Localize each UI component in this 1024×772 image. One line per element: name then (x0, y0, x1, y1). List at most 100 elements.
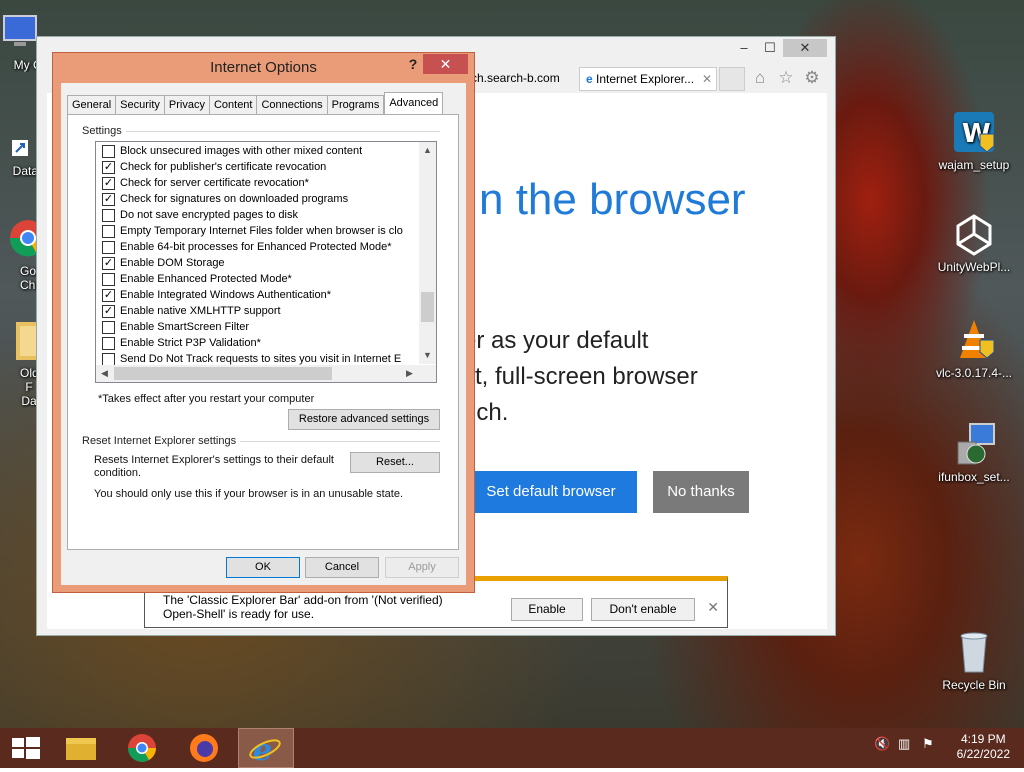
checkbox[interactable]: ✓ (102, 289, 115, 302)
minimize-button[interactable]: – (731, 39, 757, 57)
desktop-icon-label: Recycle Bin (942, 678, 1006, 692)
ok-button[interactable]: OK (226, 557, 300, 578)
help-button[interactable]: ? (403, 56, 423, 72)
vlc-icon (952, 318, 996, 362)
checkbox[interactable]: ✓ (102, 193, 115, 206)
vertical-scrollbar[interactable]: ▲ ▼ (419, 142, 436, 364)
tab-general[interactable]: General (67, 95, 116, 115)
volume-muted-icon[interactable]: 🔇 (874, 736, 890, 752)
settings-listbox[interactable]: Block unsecured images with other mixed … (95, 141, 437, 383)
setting-option-label: Enable DOM Storage (120, 257, 225, 269)
network-icon[interactable]: ▥ (898, 736, 910, 752)
checkbox[interactable] (102, 209, 115, 222)
favorites-star-icon[interactable]: ☆ (775, 67, 797, 89)
setting-option[interactable]: Enable SmartScreen Filter (102, 319, 249, 335)
checkbox[interactable]: ✓ (102, 305, 115, 318)
notification-close-icon[interactable]: ✕ (707, 599, 719, 616)
setting-option[interactable]: Enable 64-bit processes for Enhanced Pro… (102, 239, 392, 255)
action-center-flag-icon[interactable]: ⚑ (922, 736, 934, 752)
set-default-browser-button[interactable]: Set default browser (465, 471, 637, 513)
tools-gear-icon[interactable]: ⚙ (801, 67, 823, 89)
taskbar-chrome[interactable] (114, 728, 170, 768)
desktop-icon-unity-web-player[interactable]: UnityWebPl... (932, 212, 1016, 274)
tab-programs[interactable]: Programs (326, 95, 385, 115)
checkbox[interactable] (102, 145, 115, 158)
checkbox[interactable] (102, 321, 115, 334)
scroll-left-icon[interactable]: ◀ (96, 365, 113, 382)
no-thanks-button[interactable]: No thanks (653, 471, 749, 513)
tab-security[interactable]: Security (115, 95, 164, 115)
tab-search[interactable]: rch.search-b.com (461, 67, 577, 91)
folder-icon (66, 738, 96, 760)
taskbar-firefox[interactable] (176, 728, 232, 768)
checkbox[interactable] (102, 225, 115, 238)
setting-option-label: Do not save encrypted pages to disk (120, 209, 298, 221)
dialog-tabs: General Security Privacy Content Connect… (67, 92, 444, 116)
checkbox[interactable]: ✓ (102, 177, 115, 190)
recycle-bin-icon (952, 630, 996, 674)
reset-description: Resets Internet Explorer's settings to t… (94, 454, 334, 479)
checkbox[interactable] (102, 273, 115, 286)
cancel-button[interactable]: Cancel (305, 557, 379, 578)
taskbar-clock[interactable]: 4:19 PM 6/22/2022 (957, 732, 1010, 762)
setting-option[interactable]: ✓ Enable native XMLHTTP support (102, 303, 281, 319)
setting-option[interactable]: Enable Enhanced Protected Mode* (102, 271, 292, 287)
setting-option-label: Enable Strict P3P Validation* (120, 337, 261, 349)
scroll-right-icon[interactable]: ▶ (401, 365, 418, 382)
page-heading: n the browser (479, 175, 746, 224)
scroll-thumb[interactable] (421, 292, 434, 322)
desktop-icon-ifunbox[interactable]: ifunbox_set... (932, 422, 1016, 484)
chrome-icon (128, 734, 156, 762)
desktop-icon-label: Goo Chr (20, 264, 43, 292)
tab-connections[interactable]: Connections (256, 95, 327, 115)
desktop-icon-label: vlc-3.0.17.4-... (935, 366, 1013, 380)
horizontal-scrollbar[interactable]: ◀ ▶ (96, 365, 436, 382)
setting-option-label: Enable Enhanced Protected Mode* (120, 273, 292, 285)
setting-option[interactable]: ✓ Check for server certificate revocation… (102, 175, 309, 191)
tab-content[interactable]: Content (208, 95, 257, 115)
setting-option[interactable]: Block unsecured images with other mixed … (102, 143, 362, 159)
tab-privacy[interactable]: Privacy (163, 95, 209, 115)
desktop-icon-wajam-setup[interactable]: W wajam_setup (932, 110, 1016, 172)
setting-option[interactable]: Enable Strict P3P Validation* (102, 335, 261, 351)
setting-option[interactable]: Empty Temporary Internet Files folder wh… (102, 223, 403, 239)
notification-message: The 'Classic Explorer Bar' add-on from '… (163, 593, 443, 621)
checkbox[interactable] (102, 241, 115, 254)
setting-option[interactable]: ✓ Check for signatures on downloaded prog… (102, 191, 349, 207)
setting-option-label: Check for signatures on downloaded progr… (120, 193, 349, 205)
scroll-thumb-horizontal[interactable] (114, 367, 332, 380)
shortcut-icon (10, 120, 30, 160)
checkbox[interactable]: ✓ (102, 161, 115, 174)
enable-button[interactable]: Enable (511, 598, 583, 621)
reset-button[interactable]: Reset... (350, 452, 440, 473)
setting-option[interactable]: ✓ Check for publisher's certificate revoc… (102, 159, 326, 175)
setting-option[interactable]: ✓ Enable DOM Storage (102, 255, 225, 271)
desktop-icon-recycle-bin[interactable]: Recycle Bin (932, 630, 1016, 692)
checkbox[interactable]: ✓ (102, 257, 115, 270)
new-tab-button[interactable] (719, 67, 745, 91)
checkbox[interactable] (102, 337, 115, 350)
setting-option[interactable]: ✓ Enable Integrated Windows Authenticatio… (102, 287, 331, 303)
restore-advanced-settings-button[interactable]: Restore advanced settings (288, 409, 440, 430)
tab-advanced[interactable]: Advanced (384, 92, 444, 116)
window-controls: – ☐ ✕ (731, 39, 827, 57)
scroll-up-icon[interactable]: ▲ (419, 142, 436, 159)
desktop-icon-vlc[interactable]: vlc-3.0.17.4-... (932, 318, 1016, 380)
reset-group-label: Reset Internet Explorer settings (82, 435, 241, 447)
tab-internet-explorer[interactable]: e Internet Explorer... ✕ (579, 67, 717, 91)
taskbar-internet-explorer[interactable]: e (238, 728, 294, 768)
browser-toolbar: ⌂ ☆ ⚙ (749, 67, 823, 89)
firefox-icon (190, 734, 218, 762)
wajam-icon: W (952, 110, 996, 154)
home-icon[interactable]: ⌂ (749, 67, 771, 89)
start-button[interactable] (0, 728, 56, 768)
setting-option[interactable]: Do not save encrypted pages to disk (102, 207, 298, 223)
maximize-button[interactable]: ☐ (757, 39, 783, 57)
close-button[interactable]: ✕ (783, 39, 827, 57)
dont-enable-button[interactable]: Don't enable (591, 598, 695, 621)
scroll-down-icon[interactable]: ▼ (419, 347, 436, 364)
tab-close-icon[interactable]: ✕ (702, 68, 712, 90)
internet-explorer-icon: e (249, 733, 281, 768)
taskbar-file-explorer[interactable] (54, 728, 110, 768)
dialog-close-button[interactable]: ✕ (423, 54, 468, 74)
